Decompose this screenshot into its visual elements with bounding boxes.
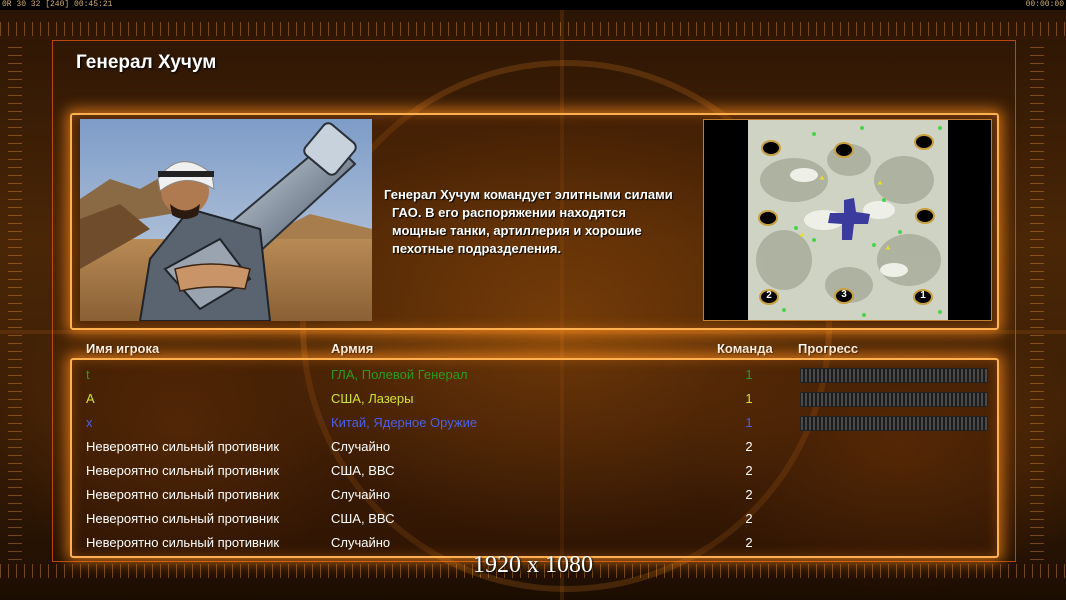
player-name-cell: x <box>86 415 93 430</box>
progress-bar <box>800 368 988 383</box>
general-description: Генерал Хучум командует элитными силами … <box>384 186 696 258</box>
player-name-cell: Невероятно сильный противник <box>86 439 280 454</box>
hud-topbar: 0R 30 32 [240] 00:45:21 00:00:00 <box>0 0 1066 10</box>
general-title: Генерал Хучум <box>76 52 217 73</box>
general-portrait <box>80 119 372 321</box>
ruler-right <box>1030 40 1044 560</box>
players-table: t ГЛА, Полевой Генерал 1 A США, Лазеры 1 x Кита… <box>70 358 999 558</box>
team-cell: 2 <box>745 439 753 454</box>
table-row: x Китай, Ядерное Оружие 1 <box>72 410 997 434</box>
army-cell: ГЛА, Полевой Генерал <box>331 367 468 382</box>
player-name-cell: Невероятно сильный противник <box>86 487 280 502</box>
start-position-3: 3 <box>841 289 847 300</box>
ruler-left <box>8 40 22 560</box>
table-row: Невероятно сильный противник Случайно 2 <box>72 530 997 554</box>
team-cell: 2 <box>745 511 753 526</box>
progress-bar <box>800 392 988 407</box>
army-cell: США, ВВС <box>331 511 395 526</box>
map-preview: 2 3 1 <box>703 119 992 321</box>
description-line: Генерал Хучум командует элитными силами <box>384 187 673 202</box>
team-cell: 1 <box>745 367 753 382</box>
army-cell: Случайно <box>331 535 391 550</box>
description-line: ГАО. В его распоряжении находятся <box>392 205 627 220</box>
team-cell: 2 <box>745 535 753 550</box>
team-cell: 1 <box>745 415 753 430</box>
general-portrait-art <box>80 119 372 321</box>
army-cell: Китай, Ядерное Оружие <box>331 415 478 430</box>
progress-bar <box>800 416 988 431</box>
player-name-cell: t <box>86 367 90 382</box>
header-army: Армия <box>331 341 374 356</box>
hud-right-readout: 00:00:00 <box>1025 0 1064 9</box>
team-cell: 1 <box>745 391 753 406</box>
player-name-cell: Невероятно сильный противник <box>86 535 280 550</box>
player-name-cell: A <box>86 391 95 406</box>
player-name-cell: Невероятно сильный противник <box>86 511 280 526</box>
army-cell: США, ВВС <box>331 463 395 478</box>
table-row: t ГЛА, Полевой Генерал 1 <box>72 362 997 386</box>
table-row: Невероятно сильный противник США, ВВС 2 <box>72 506 997 530</box>
table-row: Невероятно сильный противник Случайно 2 <box>72 482 997 506</box>
army-cell: США, Лазеры <box>331 391 414 406</box>
player-name-cell: Невероятно сильный противник <box>86 463 280 478</box>
start-position-1: 1 <box>920 290 926 301</box>
start-position-2: 2 <box>766 290 772 301</box>
army-cell: Случайно <box>331 439 391 454</box>
hud-left-readout: 0R 30 32 [240] 00:45:21 <box>2 0 113 9</box>
header-progress: Прогресс <box>798 341 859 356</box>
header-team: Команда <box>717 341 773 356</box>
team-cell: 2 <box>745 487 753 502</box>
description-line: пехотные подразделения. <box>392 241 562 256</box>
army-cell: Случайно <box>331 487 391 502</box>
table-row: Невероятно сильный противник США, ВВС 2 <box>72 458 997 482</box>
header-player-name: Имя игрока <box>86 341 160 356</box>
ruler-top <box>0 22 1066 36</box>
resolution-watermark: 1920 x 1080 <box>473 552 593 578</box>
table-row: A США, Лазеры 1 <box>72 386 997 410</box>
table-row: Невероятно сильный противник Случайно 2 <box>72 434 997 458</box>
description-line: мощные танки, артиллерия и хорошие <box>392 223 642 238</box>
team-cell: 2 <box>745 463 753 478</box>
